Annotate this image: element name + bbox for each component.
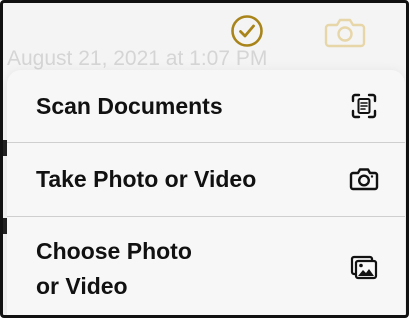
menu-item-scan-documents[interactable]: Scan Documents bbox=[7, 70, 405, 142]
screen-frame: August 21, 2021 at 1:07 PM Scan Document… bbox=[0, 0, 409, 318]
camera-toolbar-button[interactable] bbox=[321, 13, 369, 51]
done-button[interactable] bbox=[229, 13, 265, 49]
camera-icon bbox=[324, 18, 366, 48]
menu-item-label: Take Photo or Video bbox=[36, 166, 257, 192]
menu-item-label-line1: Choose Photo bbox=[36, 238, 192, 264]
attachment-menu: Scan Documents Take Photo or Video Choos… bbox=[7, 70, 405, 315]
menu-item-choose-photo-or-video[interactable]: Choose Photo or Video bbox=[7, 217, 405, 315]
menu-item-label: Scan Documents bbox=[36, 93, 223, 119]
note-date-text: August 21, 2021 at 1:07 PM bbox=[7, 47, 268, 70]
menu-item-take-photo-or-video[interactable]: Take Photo or Video bbox=[7, 143, 405, 216]
scan-document-icon bbox=[349, 91, 379, 121]
camera-icon bbox=[349, 164, 379, 194]
menu-item-label-line2: or Video bbox=[36, 273, 128, 299]
photo-library-icon bbox=[349, 253, 379, 283]
checkmark-circle-icon bbox=[231, 15, 263, 47]
